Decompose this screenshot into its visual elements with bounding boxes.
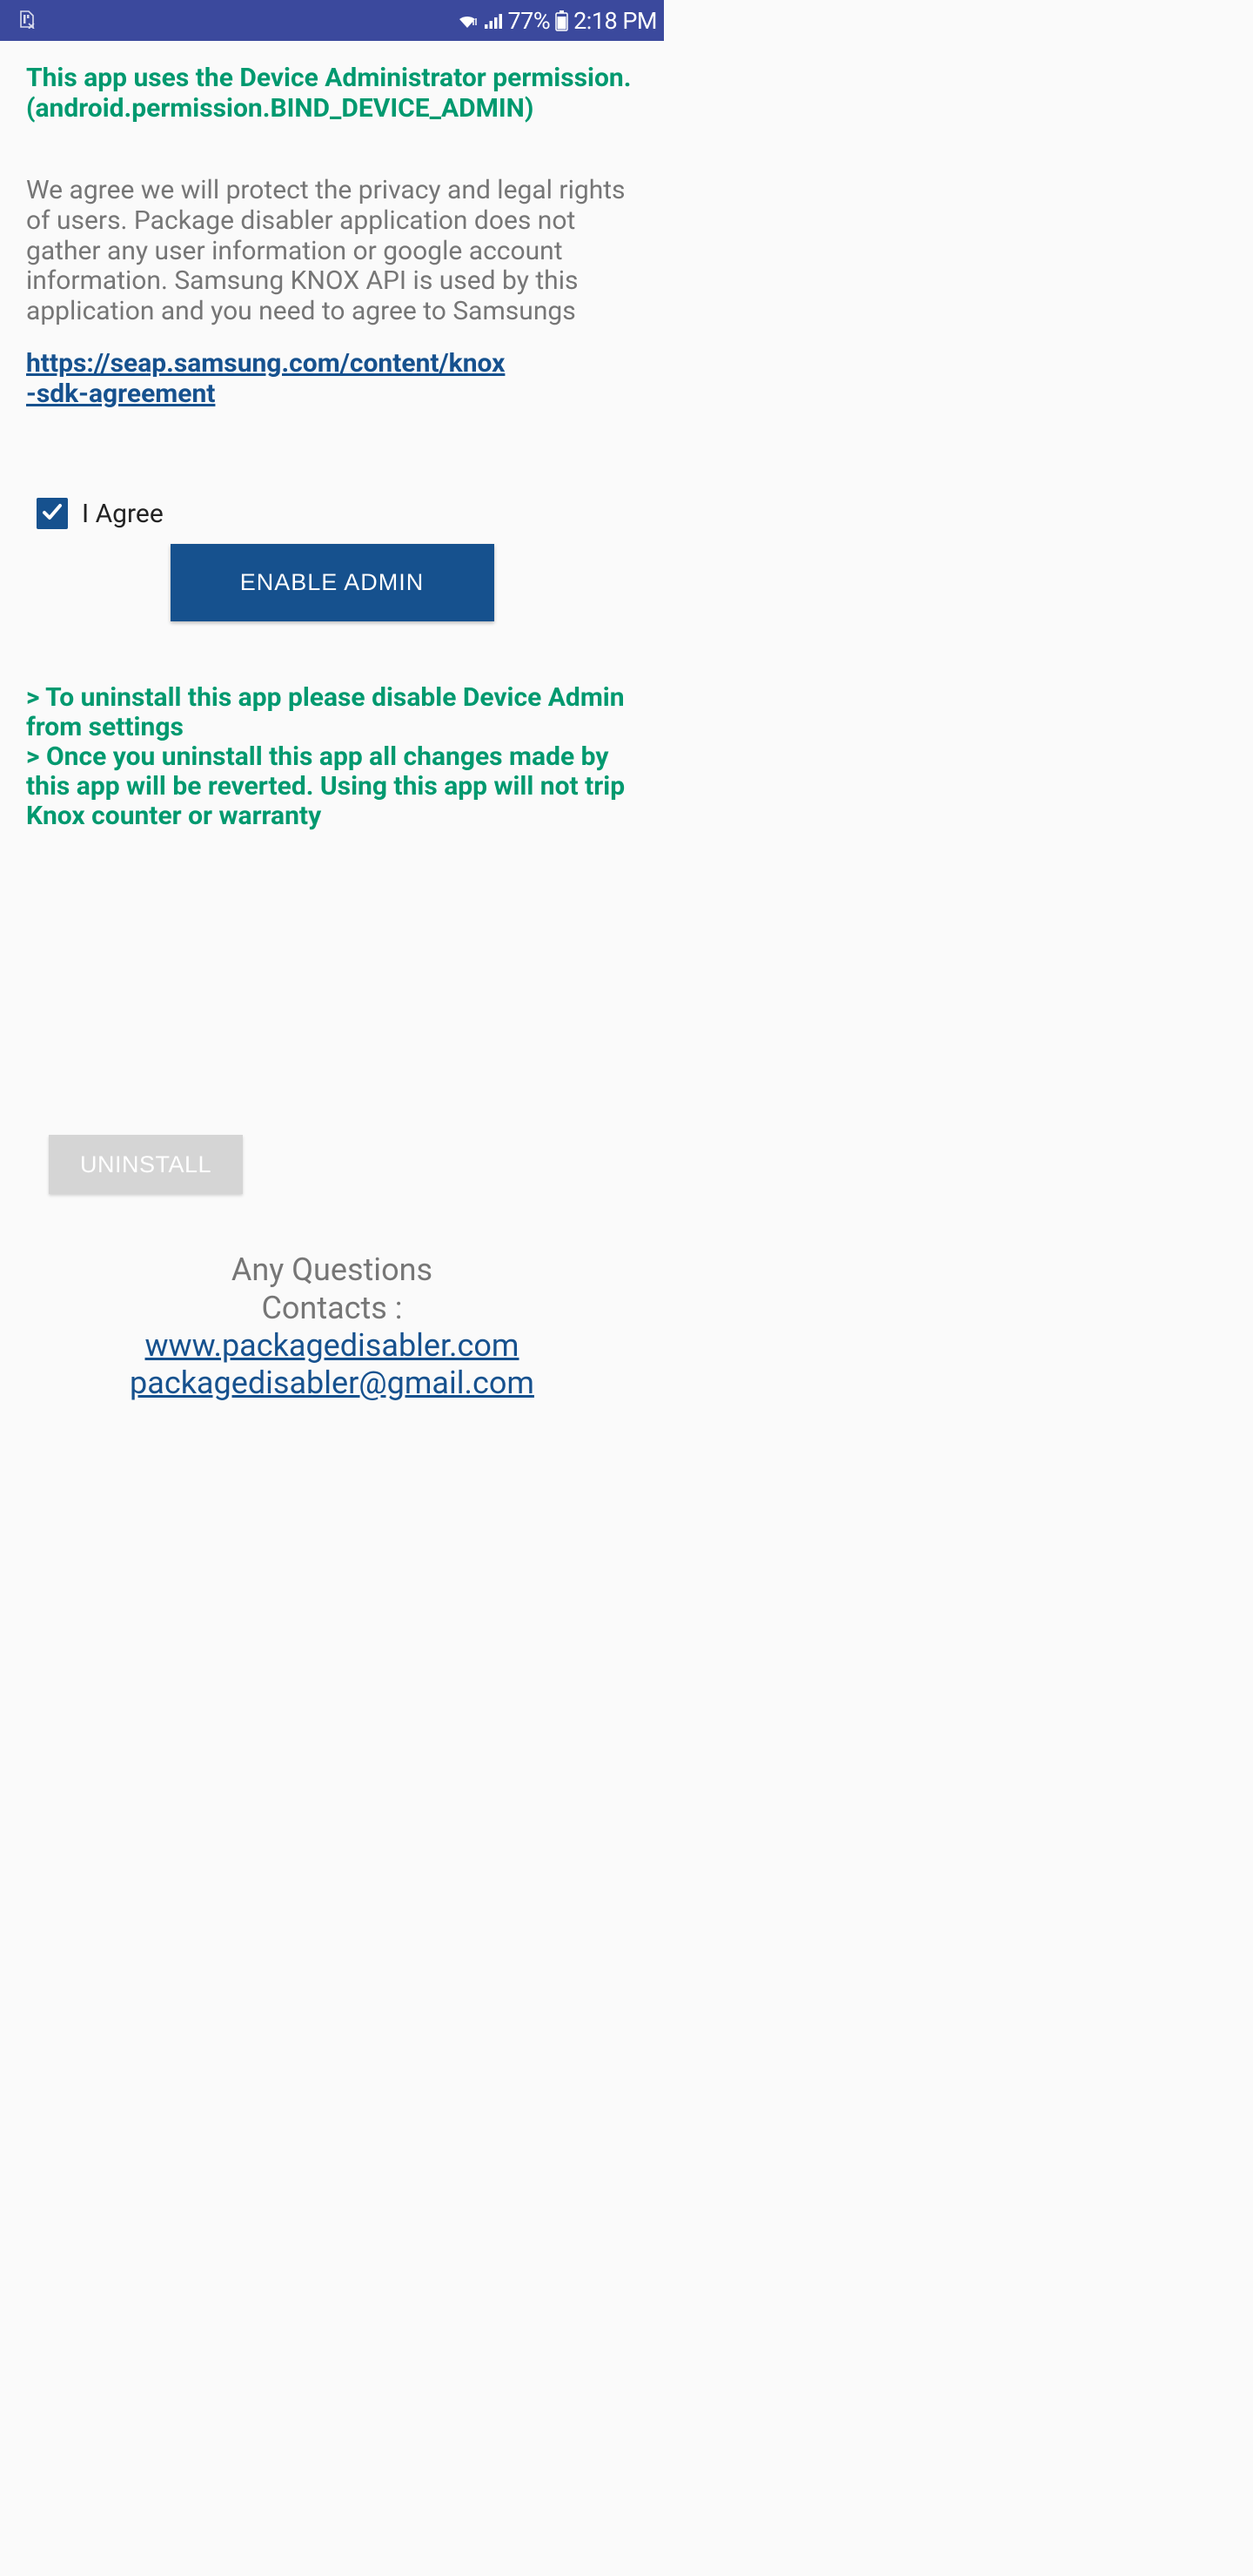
contacts-line2: Contacts : (26, 1290, 638, 1327)
battery-percent: 77% (508, 7, 551, 35)
knox-agreement-link[interactable]: https://seap.samsung.com/content/knox -s… (26, 348, 505, 409)
uninstall-button[interactable]: UNINSTALL (49, 1135, 243, 1194)
signal-icon (484, 12, 503, 30)
agree-label: I Agree (82, 499, 164, 529)
battery-icon (555, 10, 568, 31)
sim-absent-icon (19, 10, 35, 32)
permission-description: We agree we will protect the privacy and… (26, 176, 638, 328)
contacts-website-link[interactable]: www.packagedisabler.com (26, 1327, 638, 1365)
check-icon (40, 500, 64, 527)
status-left (19, 10, 35, 32)
clock-time: 2:18 PM (573, 7, 657, 35)
uninstall-notes: > To uninstall this app please disable D… (26, 683, 638, 830)
permission-title: This app uses the Device Administrator p… (26, 64, 638, 124)
agree-checkbox[interactable] (37, 498, 68, 529)
permission-title-line1: This app uses the Device Administrator p… (26, 64, 638, 94)
contacts-email-link[interactable]: packagedisabler@gmail.com (26, 1365, 638, 1402)
enable-admin-button[interactable]: ENABLE ADMIN (171, 544, 494, 621)
contacts-line1: Any Questions (26, 1251, 638, 1289)
contacts-block: Any Questions Contacts : www.packagedisa… (26, 1251, 638, 1402)
agreement-link-block: https://seap.samsung.com/content/knox -s… (26, 349, 638, 409)
status-bar: 77% 2:18 PM (0, 0, 664, 41)
agree-row: I Agree (37, 498, 638, 529)
permission-title-line2: (android.permission.BIND_DEVICE_ADMIN) (26, 94, 638, 124)
status-right: 77% 2:18 PM (456, 7, 658, 35)
wifi-icon (456, 12, 479, 30)
